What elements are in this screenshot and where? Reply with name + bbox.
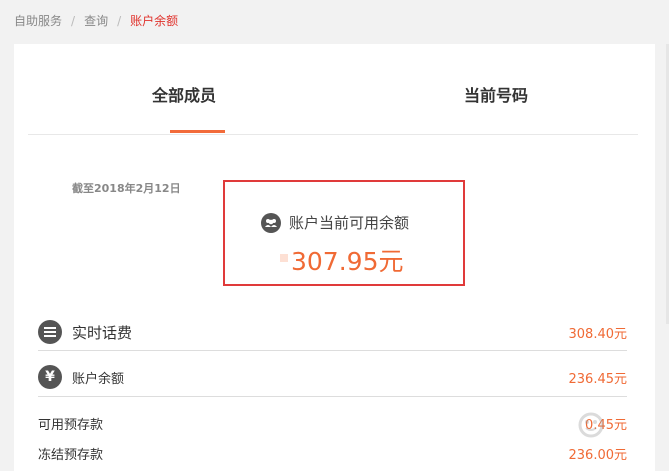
available-balance-label: 账户当前可用余额 (261, 212, 409, 233)
as-of-date: 截至2018年2月12日 (72, 182, 181, 195)
realtime-charges-value: 308.40元 (568, 326, 628, 342)
available-deposit-row: 可用预存款 0.45元 (38, 410, 627, 436)
available-deposit-label: 可用预存款 (38, 417, 104, 433)
breadcrumb-separator: / (71, 13, 76, 28)
available-deposit-value: 0.45元 (585, 417, 627, 433)
realtime-charges-label: 实时话费 (72, 323, 133, 342)
breadcrumb-separator: / (117, 13, 122, 28)
realtime-charges-row: 实时话费 308.40元 (38, 314, 627, 351)
active-tab-indicator (170, 130, 225, 133)
amount-marker (280, 254, 288, 262)
balance-card: 全部成员 当前号码 截至2018年2月12日 账户当前可用余额 307.95元 (14, 44, 655, 471)
available-balance-box: 账户当前可用余额 307.95元 (223, 180, 465, 286)
frozen-deposit-row: 冻结预存款 236.00元 (38, 441, 627, 465)
breadcrumb: 自助服务 / 查询 / 账户余额 (14, 12, 178, 29)
account-balance-value: 236.45元 (568, 371, 628, 387)
account-balance-label: 账户余额 (72, 371, 125, 387)
tab-current-number[interactable]: 当前号码 (464, 82, 528, 106)
frozen-deposit-label: 冻结预存款 (38, 447, 104, 463)
available-balance-text: 账户当前可用余额 (289, 214, 410, 232)
breadcrumb-current: 账户余额 (130, 14, 179, 28)
frozen-deposit-value: 236.00元 (568, 447, 628, 463)
group-icon (261, 212, 281, 233)
breadcrumb-query[interactable]: 查询 (84, 12, 108, 29)
account-balance-row: ¥ 账户余额 236.45元 (38, 358, 627, 397)
breadcrumb-self-service[interactable]: 自助服务 (14, 12, 62, 29)
list-icon (38, 320, 62, 344)
yen-icon: ¥ (38, 365, 62, 389)
tab-all-members[interactable]: 全部成员 (152, 82, 216, 106)
member-tabs: 全部成员 当前号码 (28, 44, 638, 135)
available-balance-amount: 307.95元 (291, 247, 404, 276)
